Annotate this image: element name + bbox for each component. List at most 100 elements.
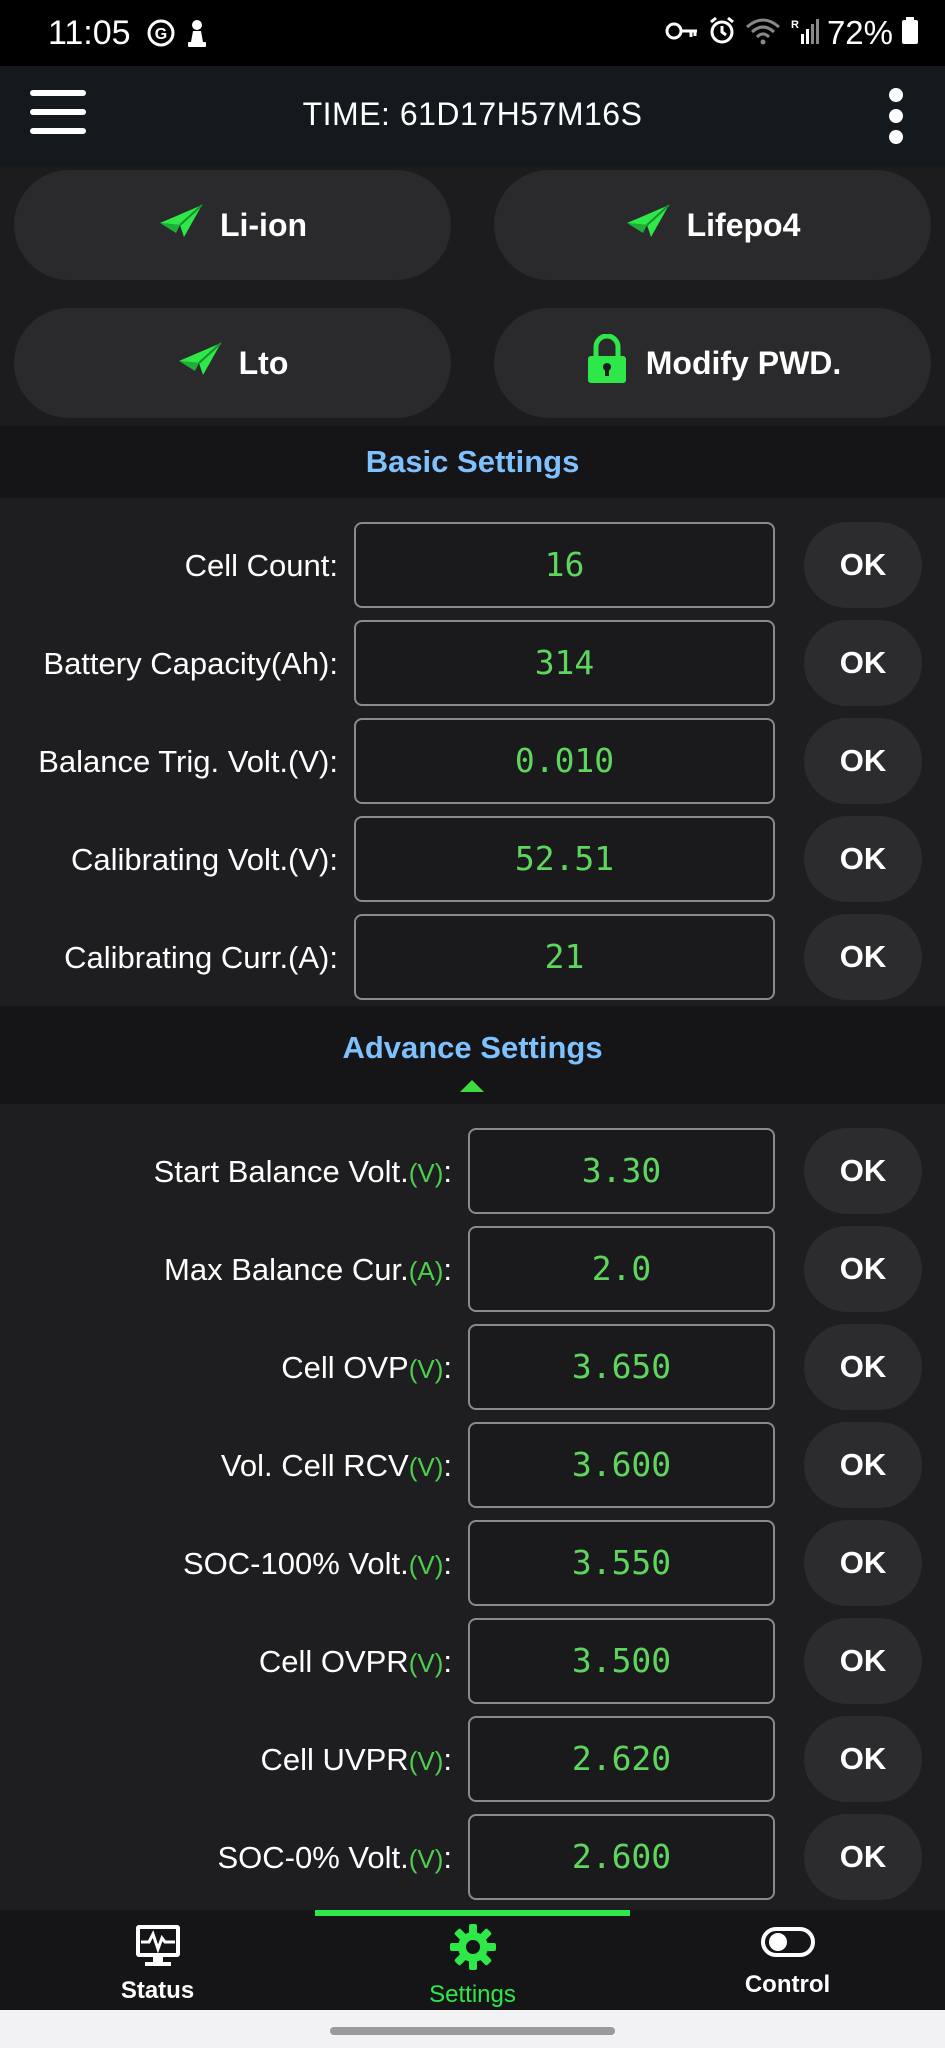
- setting-input[interactable]: 3.600: [468, 1422, 775, 1508]
- setting-row-calibrating-curr: Calibrating Curr.(A): 21 OK: [0, 914, 945, 1000]
- preset-label: Lifepo4: [686, 206, 801, 243]
- label-colon: :: [443, 1154, 452, 1189]
- setting-input[interactable]: 2.620: [468, 1716, 775, 1802]
- setting-row-cell-ovp: Cell OVP(V): 3.650 OK: [0, 1324, 945, 1410]
- setting-row-vol-cell-rcv: Vol. Cell RCV(V): 3.600 OK: [0, 1422, 945, 1508]
- battery-icon: [901, 16, 919, 50]
- battery-percent: 72%: [826, 14, 893, 51]
- label-colon: :: [443, 1742, 452, 1777]
- signal-icon: R: [789, 16, 819, 51]
- tab-control[interactable]: Control: [630, 1922, 945, 1999]
- setting-label: Vol. Cell RCV(V):: [221, 1448, 452, 1484]
- preset-lifepo4-button[interactable]: Lifepo4: [494, 170, 931, 280]
- app-bar: TIME: 61D17H57M16S: [0, 66, 945, 166]
- setting-label: Cell OVP(V):: [281, 1350, 452, 1386]
- preset-buttons: Li-ion Lifepo4 Lto Modify PWD.: [0, 166, 945, 426]
- active-tab-indicator: [315, 1910, 630, 1916]
- unit-text: (A): [408, 1256, 444, 1286]
- wifi-icon: [745, 17, 781, 50]
- label-text: Cell UVPR: [260, 1742, 409, 1777]
- preset-label: Lto: [238, 344, 289, 381]
- svg-text:R: R: [791, 19, 799, 31]
- label-text: SOC-100% Volt.: [182, 1546, 409, 1581]
- unit-text: (V): [408, 1158, 444, 1188]
- tab-label: Settings: [429, 1981, 516, 2008]
- ok-button[interactable]: OK: [804, 1324, 922, 1410]
- unit-text: (V): [408, 1844, 444, 1874]
- vpn-globe-icon: G: [146, 18, 176, 53]
- send-plane-icon: [625, 203, 671, 247]
- unit-text: (V): [408, 1648, 444, 1678]
- label-colon: :: [443, 1840, 452, 1875]
- ok-button[interactable]: OK: [804, 718, 922, 804]
- alarm-icon: [707, 16, 737, 51]
- basic-settings-header: Basic Settings: [0, 426, 945, 498]
- setting-input[interactable]: 21: [354, 914, 775, 1000]
- label-colon: :: [443, 1644, 452, 1679]
- setting-input[interactable]: 3.550: [468, 1520, 775, 1606]
- ok-button[interactable]: OK: [804, 816, 922, 902]
- notification-icons: G: [146, 18, 208, 53]
- setting-row-battery-capacity: Battery Capacity(Ah): 314 OK: [0, 620, 945, 706]
- setting-input[interactable]: 3.500: [468, 1618, 775, 1704]
- unit-text: (V): [408, 1354, 444, 1384]
- system-icons: R 72%: [665, 14, 919, 52]
- tab-label: Status: [120, 1977, 195, 2004]
- unit-text: (V): [408, 1452, 444, 1482]
- setting-row-cell-uvpr: Cell UVPR(V): 2.620 OK: [0, 1716, 945, 1802]
- monitor-pulse-icon: [133, 1925, 183, 1972]
- send-plane-icon: [158, 203, 204, 247]
- setting-input[interactable]: 3.650: [468, 1324, 775, 1410]
- label-text: Max Balance Cur.: [164, 1252, 409, 1287]
- preset-lto-button[interactable]: Lto: [14, 308, 451, 418]
- ok-button[interactable]: OK: [804, 914, 922, 1000]
- label-text: Vol. Cell RCV: [220, 1448, 409, 1483]
- setting-row-cell-ovpr: Cell OVPR(V): 3.500 OK: [0, 1618, 945, 1704]
- status-bar: 11:05 G R 72%: [0, 0, 945, 66]
- modify-password-button[interactable]: Modify PWD.: [494, 308, 931, 418]
- ok-button[interactable]: OK: [804, 1128, 922, 1214]
- ok-button[interactable]: OK: [804, 1422, 922, 1508]
- collapse-caret-icon[interactable]: [460, 1080, 484, 1092]
- preset-label: Modify PWD.: [645, 344, 842, 381]
- ok-button[interactable]: OK: [804, 1716, 922, 1802]
- more-dot: [889, 109, 903, 123]
- home-gesture-bar[interactable]: [330, 2027, 615, 2035]
- more-dot: [889, 130, 903, 144]
- system-gesture-area: [0, 2010, 945, 2048]
- setting-label: Balance Trig. Volt.(V):: [38, 744, 338, 779]
- setting-row-cell-count: Cell Count: 16 OK: [0, 522, 945, 608]
- ok-button[interactable]: OK: [804, 620, 922, 706]
- advance-settings-title: Advance Settings: [342, 1030, 603, 1065]
- chess-pawn-icon: [186, 18, 208, 53]
- ok-button[interactable]: OK: [804, 1520, 922, 1606]
- label-text: Cell OVPR: [258, 1644, 409, 1679]
- label-colon: :: [443, 1546, 452, 1581]
- setting-input[interactable]: 2.0: [468, 1226, 775, 1312]
- setting-label: Cell OVPR(V):: [259, 1644, 452, 1680]
- tab-status[interactable]: Status: [0, 1922, 315, 2005]
- setting-input[interactable]: 3.30: [468, 1128, 775, 1214]
- overflow-menu-button[interactable]: [889, 88, 905, 144]
- page-title: TIME: 61D17H57M16S: [302, 96, 643, 132]
- setting-row-soc-100-volt: SOC-100% Volt.(V): 3.550 OK: [0, 1520, 945, 1606]
- tab-settings[interactable]: Settings: [315, 1922, 630, 2009]
- setting-input[interactable]: 52.51: [354, 816, 775, 902]
- send-plane-icon: [177, 341, 223, 385]
- setting-label: Start Balance Volt.(V):: [154, 1154, 452, 1190]
- setting-label: Cell UVPR(V):: [261, 1742, 452, 1778]
- setting-input[interactable]: 2.600: [468, 1814, 775, 1900]
- ok-button[interactable]: OK: [804, 1814, 922, 1900]
- setting-input[interactable]: 0.010: [354, 718, 775, 804]
- preset-li-ion-button[interactable]: Li-ion: [14, 170, 451, 280]
- setting-label: Cell Count:: [184, 548, 338, 583]
- setting-row-calibrating-volt: Calibrating Volt.(V): 52.51 OK: [0, 816, 945, 902]
- setting-row-start-balance-volt: Start Balance Volt.(V): 3.30 OK: [0, 1128, 945, 1214]
- ok-button[interactable]: OK: [804, 1226, 922, 1312]
- ok-button[interactable]: OK: [804, 1618, 922, 1704]
- ok-button[interactable]: OK: [804, 522, 922, 608]
- lock-icon: [584, 333, 630, 392]
- toggle-icon: [760, 1927, 816, 1966]
- setting-input[interactable]: 16: [354, 522, 775, 608]
- setting-input[interactable]: 314: [354, 620, 775, 706]
